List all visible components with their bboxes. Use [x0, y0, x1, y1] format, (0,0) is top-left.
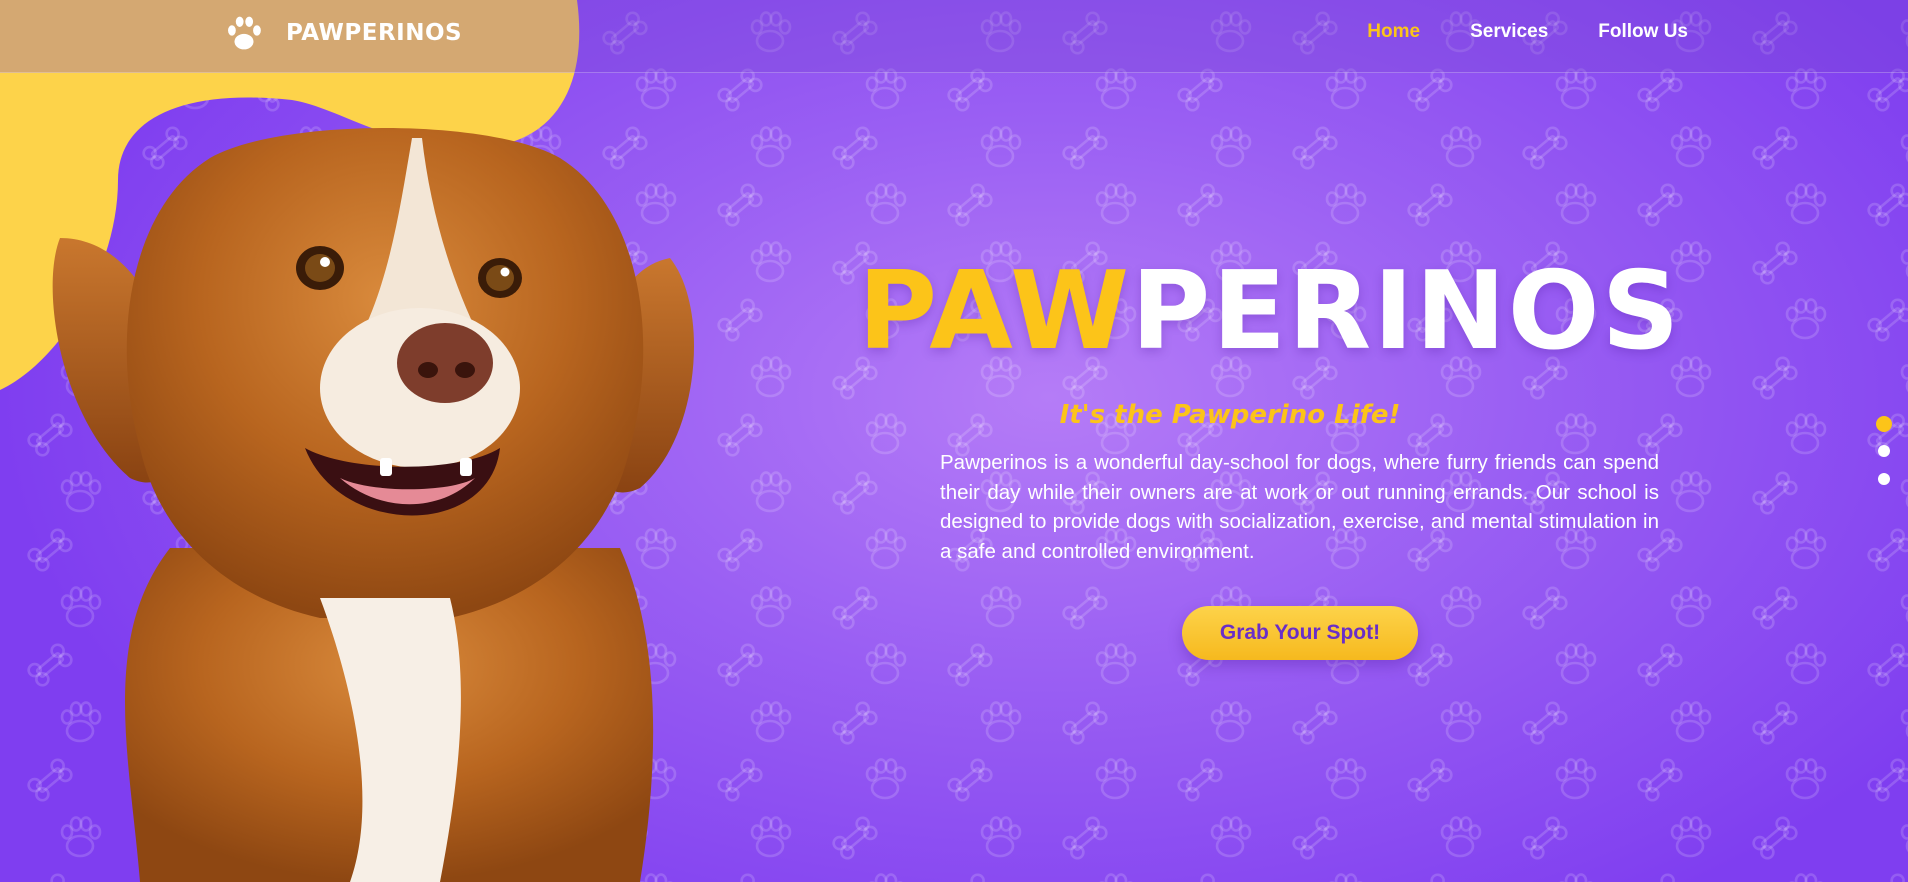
nav-home[interactable]: Home	[1367, 21, 1420, 43]
paw-icon	[228, 16, 261, 50]
top-navbar: PAWPERINOS Home Services Follow Us	[0, 0, 1908, 73]
nav-services[interactable]: Services	[1470, 21, 1548, 43]
hero-title-rest: PERINOS	[1131, 249, 1682, 374]
hero-title-highlight: PAW	[858, 249, 1132, 374]
brand-name: PAWPERINOS	[286, 20, 463, 46]
nav-follow-us[interactable]: Follow Us	[1598, 21, 1688, 43]
main-nav: Home Services Follow Us	[1367, 21, 1688, 43]
hero-tagline: It's the Pawperino Life!	[1059, 400, 1401, 430]
brand-logo[interactable]: PAWPERINOS	[224, 14, 462, 52]
grab-your-spot-button[interactable]: Grab Your Spot!	[1182, 606, 1418, 660]
slider-dot-1[interactable]	[1876, 416, 1892, 432]
dog-photo	[52, 128, 694, 882]
slider-dot-2[interactable]	[1878, 445, 1890, 457]
slider-dot-3[interactable]	[1878, 473, 1890, 485]
hero-description: Pawperinos is a wonderful day-school for…	[940, 451, 1659, 563]
hero-title: PAWPERINOS	[858, 258, 1681, 366]
